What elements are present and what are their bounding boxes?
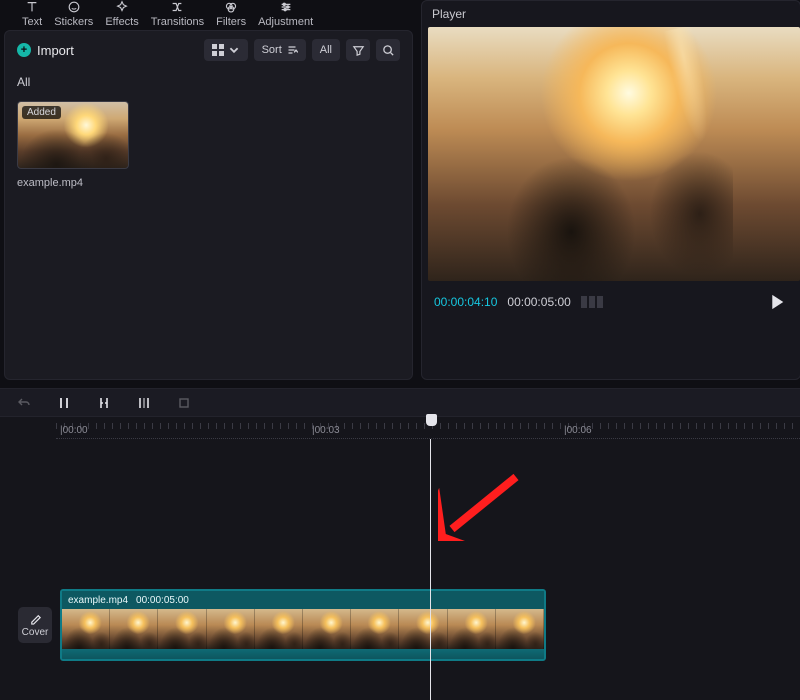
media-panel: + Import Sort All (4, 30, 413, 380)
timeline-ruler[interactable]: |00:00 |00:03 |00:06 (56, 417, 800, 439)
clip-header-name: example.mp4 (68, 595, 128, 606)
pencil-icon (29, 612, 42, 625)
sort-label: Sort (262, 44, 282, 56)
player-current-tc: 00:00:04:10 (434, 295, 497, 309)
clip-added-badge: Added (22, 106, 61, 119)
sort-icon (286, 44, 298, 56)
tab-label: Transitions (151, 16, 204, 28)
clip-header: example.mp4 00:00:05:00 (62, 591, 544, 609)
clip-frames (62, 609, 544, 649)
cover-label: Cover (22, 627, 49, 638)
split-button[interactable] (54, 393, 74, 413)
clip-audio-strip (62, 649, 544, 661)
tab-filters[interactable]: Filters (216, 0, 246, 28)
search-button[interactable] (376, 39, 400, 61)
search-icon (382, 44, 395, 57)
ruler-label: |00:03 (312, 425, 340, 436)
crop-icon (176, 395, 192, 411)
sticker-icon (66, 0, 82, 14)
tab-label: Adjustment (258, 16, 313, 28)
sort-button[interactable]: Sort (254, 39, 306, 61)
import-button[interactable]: + Import (17, 43, 74, 58)
player-panel: Player 00:00:04:10 00:00:05:00 (421, 0, 800, 380)
trim-left-icon (96, 395, 112, 411)
tab-label: Stickers (54, 16, 93, 28)
clip-thumbnail: Added (17, 101, 129, 169)
tab-adjustment[interactable]: Adjustment (258, 0, 313, 28)
chevron-down-icon (228, 44, 240, 56)
filter-all-label: All (320, 44, 332, 56)
crop-button[interactable] (174, 393, 194, 413)
timeline-body[interactable]: Cover example.mp4 00:00:05:00 (0, 439, 800, 700)
media-filter-label[interactable]: All (5, 69, 412, 91)
annotation-arrow (438, 471, 528, 541)
clip-name: example.mp4 (17, 177, 129, 189)
import-label: Import (37, 43, 74, 58)
ruler-label: |00:00 (60, 425, 88, 436)
play-icon (766, 291, 788, 313)
text-icon (24, 0, 40, 14)
player-title: Player (422, 7, 800, 27)
tab-stickers[interactable]: Stickers (54, 0, 93, 28)
player-controls: 00:00:04:10 00:00:05:00 (422, 281, 800, 313)
adjustment-icon (278, 0, 294, 14)
play-button[interactable] (766, 291, 788, 313)
effects-icon (114, 0, 130, 14)
ruler-label: |00:06 (564, 425, 592, 436)
timeline-toolbar (0, 389, 800, 417)
player-quality-icon[interactable] (581, 296, 603, 308)
tab-transitions[interactable]: Transitions (151, 0, 204, 28)
trim-left-button[interactable] (94, 393, 114, 413)
media-clip[interactable]: Added example.mp4 (17, 101, 129, 189)
tab-label: Text (22, 16, 42, 28)
player-viewport[interactable] (428, 27, 800, 281)
tab-label: Filters (216, 16, 246, 28)
plus-icon: + (17, 43, 31, 57)
transitions-icon (169, 0, 185, 14)
trim-right-button[interactable] (134, 393, 154, 413)
top-tabs: Text Stickers Effects Transitions Filter… (4, 0, 313, 28)
player-total-tc: 00:00:05:00 (507, 295, 570, 309)
trim-right-icon (136, 395, 152, 411)
playhead-handle[interactable] (426, 414, 437, 426)
grid-view-icon (212, 44, 224, 56)
filter-funnel-button[interactable] (346, 39, 370, 61)
media-toolbar: + Import Sort All (5, 31, 412, 69)
undo-icon (16, 395, 32, 411)
funnel-icon (352, 44, 365, 57)
tab-text[interactable]: Text (22, 0, 42, 28)
timeline-panel: |00:00 |00:03 |00:06 Cover example.mp4 0… (0, 388, 800, 700)
undo-button[interactable] (14, 393, 34, 413)
cover-button[interactable]: Cover (18, 607, 52, 643)
split-icon (56, 395, 72, 411)
clip-header-duration: 00:00:05:00 (136, 595, 189, 606)
filter-all-button[interactable]: All (312, 39, 340, 61)
timeline-clip[interactable]: example.mp4 00:00:05:00 (60, 589, 546, 661)
tab-label: Effects (105, 16, 138, 28)
view-mode-button[interactable] (204, 39, 248, 61)
tab-effects[interactable]: Effects (105, 0, 138, 28)
media-grid: Added example.mp4 (5, 91, 412, 199)
filters-icon (223, 0, 239, 14)
